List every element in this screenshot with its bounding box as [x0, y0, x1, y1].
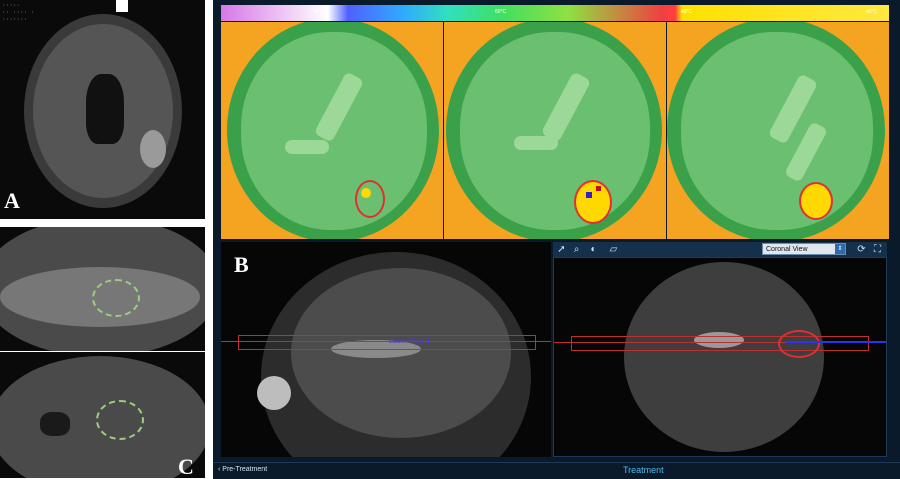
thermal-map-2	[444, 22, 666, 239]
back-label: Pre-Treatment	[222, 466, 268, 473]
refresh-icon[interactable]: ⟳	[855, 243, 868, 256]
colorbar-tick: 60°C	[495, 9, 507, 15]
fiber-marker-icon	[596, 186, 601, 191]
panel-c-label: C	[178, 454, 194, 478]
trajectory-box	[571, 336, 869, 351]
stage-label: Treatment	[623, 465, 664, 475]
trajectory-line	[221, 341, 551, 342]
contrast-icon[interactable]: ◐	[587, 243, 600, 256]
panel-c-sagittal	[0, 227, 205, 351]
thermal-map-3	[667, 22, 889, 239]
ablation-outline	[778, 330, 820, 358]
zoom-icon[interactable]: ⌕	[570, 243, 583, 256]
temperature-colorbar: 90°C 60°C 43°C 40°C	[221, 5, 889, 21]
ablation-outline	[355, 180, 385, 218]
thermal-map-1	[221, 22, 443, 239]
ablation-zone	[92, 279, 140, 317]
footer-bar: ‹ Pre-Treatment Treatment	[213, 462, 900, 479]
ablation-zone	[96, 400, 144, 440]
ablation-zone	[799, 182, 833, 220]
mri-sagittal-view: Laser Fiber 1 B	[221, 242, 551, 457]
fiber-marker-icon	[586, 192, 592, 198]
colorbar-tick: 43°C	[681, 9, 693, 15]
panel-a-label: A	[4, 188, 20, 213]
colorbar-tick: 90°C	[313, 9, 325, 15]
fullscreen-icon[interactable]: ⛶	[871, 243, 884, 256]
trajectory-label: Laser Fiber 1	[389, 338, 431, 345]
ventricles	[285, 140, 329, 154]
ablation-zone	[574, 180, 612, 224]
view-toolbar: ➚ ⌕ ◐ ▱ Coronal View ⇕ ⟳ ⛶	[553, 242, 887, 257]
panel-b-label: B	[234, 252, 249, 277]
ablation-core	[361, 188, 371, 198]
back-button[interactable]: ‹ Pre-Treatment	[218, 466, 267, 473]
panel-a-axial-flair: ····· ·· ···· · ······· A	[0, 0, 205, 219]
thermal-ablation-app: 90°C 60°C 43°C 40°C Laser Fiber 1 B ➚ ⌕ …	[213, 0, 900, 479]
ventricles	[514, 136, 558, 150]
panel-c-coronal: C	[0, 352, 205, 478]
laser-fiber-line	[786, 341, 886, 343]
orbit	[257, 376, 291, 410]
marker-square	[116, 0, 128, 12]
chevron-down-icon: ⇕	[835, 244, 845, 254]
view-select-value: Coronal View	[766, 246, 808, 253]
colorbar-tick: 40°C	[866, 9, 878, 15]
dicom-overlay-text: ····· ·· ···· · ·······	[2, 2, 35, 23]
mri-coronal-view	[553, 257, 887, 457]
pointer-icon[interactable]: ➚	[555, 243, 568, 256]
trajectory-box	[238, 335, 536, 350]
view-select-dropdown[interactable]: Coronal View ⇕	[762, 243, 846, 255]
ventricles	[86, 74, 124, 144]
ventricles	[40, 412, 70, 436]
ruler-icon[interactable]: ▱	[607, 243, 620, 256]
lesion-bright	[140, 130, 166, 168]
